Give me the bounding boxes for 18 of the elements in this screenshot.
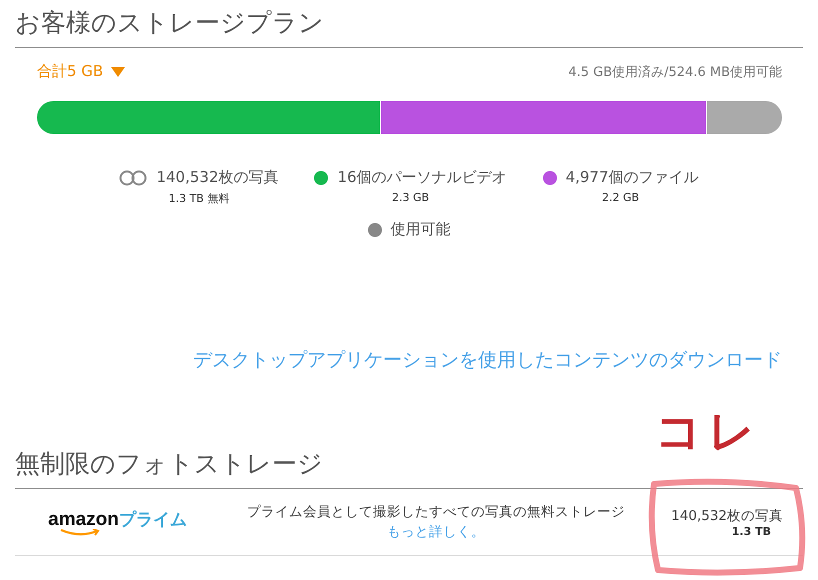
description-text: プライム会員として撮影したすべての写真の無料ストレージ <box>247 503 625 521</box>
learn-more-link[interactable]: もっと詳しく。 <box>387 523 485 541</box>
legend-detail: 2.3 GB <box>392 191 430 204</box>
infinity-icon <box>119 170 148 186</box>
photo-count: 140,532枚の写真 <box>671 506 783 524</box>
legend-label: 4,977個のファイル <box>566 168 699 187</box>
legend-label: 使用可能 <box>390 220 450 239</box>
legend-detail: 1.3 TB 無料 <box>168 191 230 206</box>
amazon-prime-logo: amazonプライム <box>48 508 187 536</box>
legend-detail: 2.2 GB <box>602 191 640 204</box>
caret-icon <box>111 66 126 76</box>
total-dropdown[interactable]: 合計5 GB <box>37 62 126 81</box>
usage-text: 4.5 GB使用済み/524.6 MB使用可能 <box>568 64 782 80</box>
legend-label: 16個のパーソナルビデオ <box>337 168 507 187</box>
section-title: お客様のストレージプラン <box>15 0 803 48</box>
legend-label: 140,532枚の写真 <box>156 168 278 187</box>
download-link[interactable]: デスクトップアプリケーションを使用したコンテンツのダウンロード <box>193 347 782 373</box>
storage-size: 1.3 TB <box>732 524 771 538</box>
